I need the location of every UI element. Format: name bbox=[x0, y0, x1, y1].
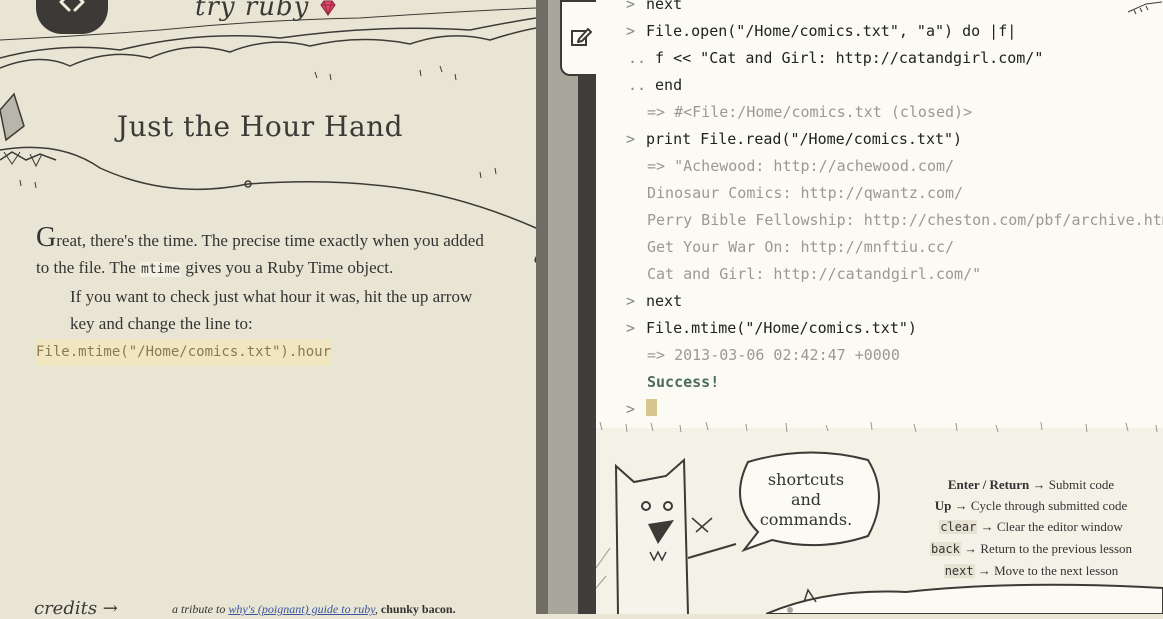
console-prompt: .. bbox=[628, 76, 647, 94]
ruby-gem-icon bbox=[319, 0, 336, 17]
arrow-icon: → bbox=[1032, 477, 1046, 492]
inline-code: mtime bbox=[140, 262, 182, 277]
console-result: => #<File:/Home/comics.txt (closed)> bbox=[647, 103, 973, 121]
console-prompt: > bbox=[626, 0, 636, 13]
shortcut-item: next → Move to the next lesson bbox=[916, 560, 1146, 582]
console-input: f << "Cat and Girl: http://catandgirl.co… bbox=[646, 49, 1044, 67]
speech-bubble-text: shortcuts and commands. bbox=[756, 470, 856, 530]
shortcut-item: back → Return to the previous lesson bbox=[916, 538, 1146, 560]
console-input: next bbox=[646, 0, 683, 13]
lesson-paragraph: Great, there's the time. The precise tim… bbox=[36, 224, 496, 283]
shortcut-key: Enter / Return bbox=[947, 477, 1030, 492]
brand-text: try ruby bbox=[195, 0, 310, 22]
corner-sketch-icon bbox=[1127, 1, 1163, 15]
console-prompt: > bbox=[626, 292, 636, 310]
console-input: File.open("/Home/comics.txt", "a") do |f… bbox=[646, 22, 1017, 40]
console-result: => 2013-03-06 02:42:47 +0000 bbox=[647, 346, 900, 364]
lesson-body: Great, there's the time. The precise tim… bbox=[36, 224, 496, 366]
shortcut-key: back bbox=[929, 542, 961, 556]
shortcuts-panel: shortcuts and commands. Enter / Return →… bbox=[596, 421, 1163, 614]
console-prompt: > bbox=[626, 22, 636, 40]
lesson-panel: try ruby Just the Hour Hand Great, there… bbox=[0, 0, 582, 619]
shortcut-description: Clear the editor window bbox=[996, 519, 1123, 534]
code-snippet[interactable]: File.mtime("/Home/comics.txt").hour bbox=[36, 339, 332, 366]
shortcut-key: next bbox=[943, 564, 975, 578]
shortcut-description: Cycle through submitted code bbox=[970, 498, 1128, 513]
menu-toggle-button[interactable] bbox=[36, 0, 108, 34]
code-brackets-icon bbox=[59, 0, 85, 12]
shortcut-description: Move to the next lesson bbox=[994, 563, 1119, 578]
shortcut-key: clear bbox=[939, 520, 978, 534]
console-result: Cat and Girl: http://catandgirl.com/" bbox=[647, 265, 982, 283]
arrow-icon: → bbox=[980, 519, 994, 534]
credits-link[interactable]: credits → bbox=[34, 598, 118, 619]
tribute-line: a tribute to why's (poignant) guide to r… bbox=[172, 602, 456, 617]
console-result: Perry Bible Fellowship: http://cheston.c… bbox=[647, 211, 1163, 229]
console-cursor[interactable] bbox=[646, 399, 657, 416]
console-success: Success! bbox=[647, 373, 720, 391]
editor-toggle-button[interactable] bbox=[560, 0, 600, 76]
console-input: print File.read("/Home/comics.txt") bbox=[646, 130, 963, 148]
divider-edge bbox=[578, 0, 596, 614]
bubble-line: and bbox=[790, 490, 822, 509]
shortcut-description: Return to the previous lesson bbox=[980, 541, 1133, 556]
drop-cap: G bbox=[36, 222, 57, 253]
shortcut-item: clear → Clear the editor window bbox=[916, 516, 1146, 538]
console-input: File.mtime("/Home/comics.txt") bbox=[646, 319, 917, 337]
lesson-title: Just the Hour Hand bbox=[116, 110, 404, 143]
arrow-icon: → bbox=[977, 563, 991, 578]
shortcut-item: Up → Cycle through submitted code bbox=[916, 495, 1146, 516]
console-result: Dinosaur Comics: http://qwantz.com/ bbox=[647, 184, 964, 202]
console-input: next bbox=[646, 292, 683, 310]
console-prompt: > bbox=[626, 319, 636, 337]
bubble-line: shortcuts bbox=[767, 470, 845, 489]
edit-icon bbox=[571, 28, 592, 46]
arrow-icon: → bbox=[954, 498, 968, 513]
shortcut-list: Enter / Return → Submit code Up → Cycle t… bbox=[916, 474, 1146, 582]
shortcut-description: Submit code bbox=[1048, 477, 1115, 492]
shortcut-item: Enter / Return → Submit code bbox=[916, 474, 1146, 495]
console-prompt: .. bbox=[628, 49, 647, 67]
lesson-paragraph: If you want to check just what hour it w… bbox=[70, 287, 473, 333]
console-prompt: > bbox=[626, 400, 636, 418]
brand-logo[interactable]: try ruby bbox=[195, 0, 337, 22]
console-input: end bbox=[646, 76, 683, 94]
arrow-icon: → bbox=[964, 541, 978, 556]
bubble-line: commands. bbox=[759, 510, 853, 529]
lesson-text: gives you a Ruby Time object. bbox=[181, 258, 394, 277]
divider-shadow bbox=[536, 0, 548, 614]
grass-divider bbox=[599, 421, 1158, 433]
shortcut-key: Up bbox=[934, 498, 952, 513]
panel-divider[interactable] bbox=[536, 0, 596, 614]
console-result: Get Your War On: http://mnftiu.cc/ bbox=[647, 238, 955, 256]
ruby-console[interactable]: > next > File.open("/Home/comics.txt", "a")… bbox=[596, 0, 1163, 428]
console-result: => "Achewood: http://achewood.com/ bbox=[647, 157, 955, 175]
console-prompt: > bbox=[626, 130, 636, 148]
